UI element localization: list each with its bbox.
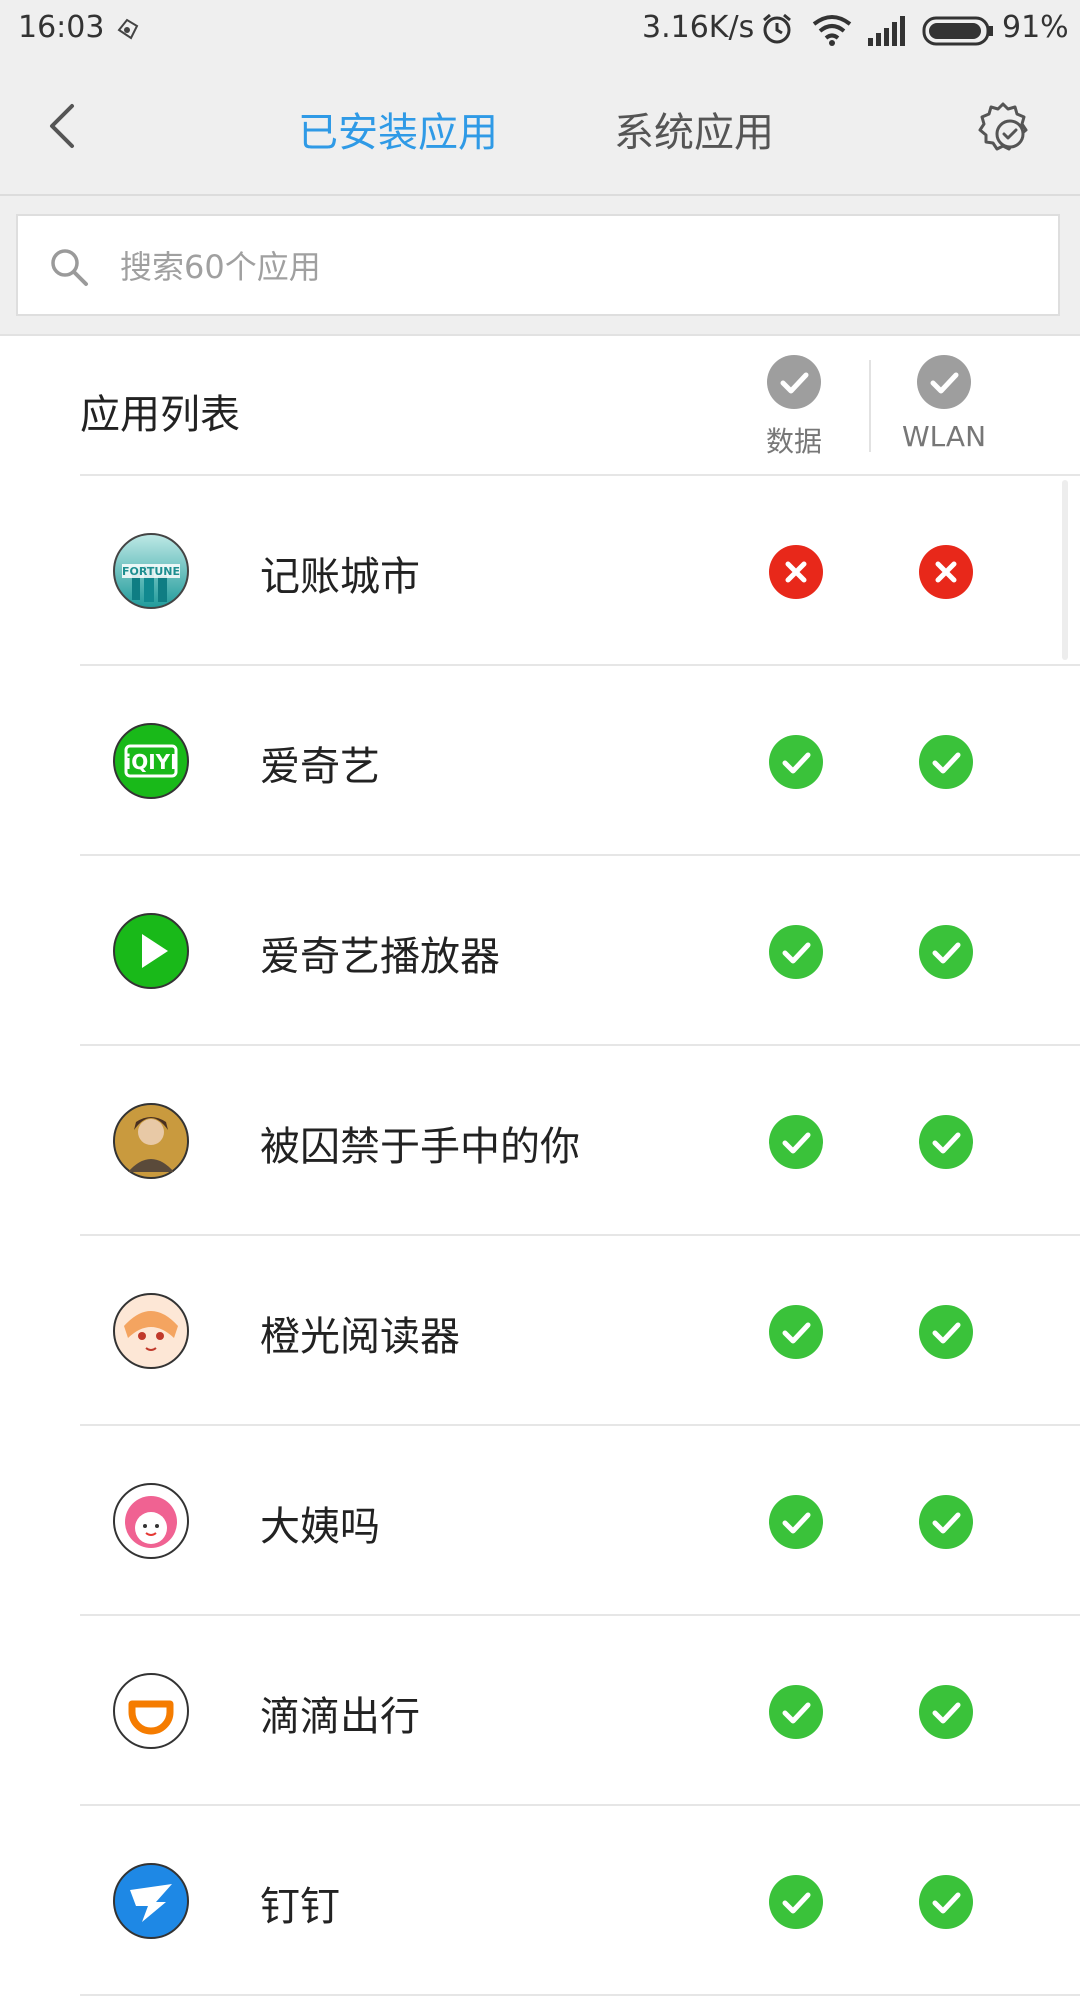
app-name: 大姨吗 [260, 1504, 380, 1550]
allowed-check-icon[interactable] [918, 1114, 974, 1170]
search-input[interactable] [118, 240, 1022, 294]
check-all-wlan-icon[interactable] [916, 354, 972, 410]
notification-icon [117, 18, 139, 40]
search-icon [51, 249, 88, 286]
search-box[interactable] [16, 214, 1060, 316]
allowed-check-icon[interactable] [768, 1114, 824, 1170]
list-item[interactable]: 爱奇艺播放器 [80, 856, 1080, 1046]
wlan-column-header[interactable]: WLAN [884, 354, 1004, 453]
data-column-header[interactable]: 数据 [734, 354, 854, 460]
alarm-icon [763, 13, 791, 44]
status-bar: 16:03 3.16K/s 91% [0, 0, 1080, 62]
allowed-check-icon[interactable] [918, 1874, 974, 1930]
allowed-check-icon[interactable] [768, 1494, 824, 1550]
app-name: 爱奇艺播放器 [260, 934, 500, 980]
column-divider [869, 360, 871, 452]
allowed-check-icon[interactable] [768, 924, 824, 980]
signal-icon [868, 16, 905, 46]
svg-text:FORTUNE: FORTUNE [122, 565, 180, 578]
network-speed: 3.16K/s [642, 10, 755, 45]
dayima-icon [113, 1483, 189, 1559]
list-item[interactable]: 钉钉 [80, 1806, 1080, 1996]
tab-installed-apps[interactable]: 已安装应用 [298, 100, 498, 158]
app-name: 爱奇艺 [260, 744, 380, 790]
blocked-x-icon[interactable] [918, 544, 974, 600]
svg-text:iQIYI: iQIYI [124, 750, 177, 774]
status-time: 16:03 [18, 10, 105, 45]
iqiyi-icon: iQIYI [113, 723, 189, 799]
list-title: 应用列表 [80, 392, 240, 438]
list-item[interactable]: 滴滴出行 [80, 1616, 1080, 1806]
list-item[interactable]: iQIYI 爱奇艺 [80, 666, 1080, 856]
app-name: 橙光阅读器 [260, 1314, 460, 1360]
iqiyi-player-icon [113, 913, 189, 989]
game-portrait-icon [113, 1103, 189, 1179]
allowed-check-icon[interactable] [918, 1494, 974, 1550]
battery-percent: 91% [1002, 10, 1069, 45]
app-name: 钉钉 [260, 1884, 340, 1930]
app-name: 被囚禁于手中的你 [260, 1124, 580, 1170]
app-name: 记账城市 [260, 554, 420, 600]
tab-system-apps[interactable]: 系统应用 [614, 100, 774, 158]
list-item[interactable]: FORTUNE 记账城市 [80, 476, 1080, 666]
allowed-check-icon[interactable] [918, 1304, 974, 1360]
fortune-city-icon: FORTUNE [113, 533, 189, 609]
wlan-column-label: WLAN [901, 420, 987, 453]
battery-icon [922, 16, 993, 46]
check-all-data-icon[interactable] [766, 354, 822, 410]
allowed-check-icon[interactable] [768, 1304, 824, 1360]
list-item[interactable]: 大姨吗 [80, 1426, 1080, 1616]
allowed-check-icon[interactable] [768, 1684, 824, 1740]
list-item[interactable]: 橙光阅读器 [80, 1236, 1080, 1426]
top-bar: 已安装应用 系统应用 [0, 62, 1080, 196]
didi-icon [113, 1673, 189, 1749]
gear-check-icon[interactable] [976, 100, 1030, 154]
allowed-check-icon[interactable] [918, 1684, 974, 1740]
allowed-check-icon[interactable] [918, 924, 974, 980]
list-item[interactable]: 被囚禁于手中的你 [80, 1046, 1080, 1236]
allowed-check-icon[interactable] [768, 1874, 824, 1930]
app-list: FORTUNE 记账城市 iQIYI 爱奇艺 爱奇艺播放器 被囚禁于手中的你 橙… [0, 476, 1080, 1996]
back-icon[interactable] [44, 100, 80, 152]
blocked-x-icon[interactable] [768, 544, 824, 600]
list-header: 应用列表 数据 WLAN [0, 336, 1080, 476]
data-column-label: 数据 [765, 425, 822, 458]
allowed-check-icon[interactable] [918, 734, 974, 790]
search-area [0, 196, 1080, 336]
allowed-check-icon[interactable] [768, 734, 824, 790]
app-name: 滴滴出行 [260, 1694, 420, 1740]
wifi-icon [812, 15, 852, 46]
orange-light-reader-icon [113, 1293, 189, 1369]
dingtalk-icon [113, 1863, 189, 1939]
